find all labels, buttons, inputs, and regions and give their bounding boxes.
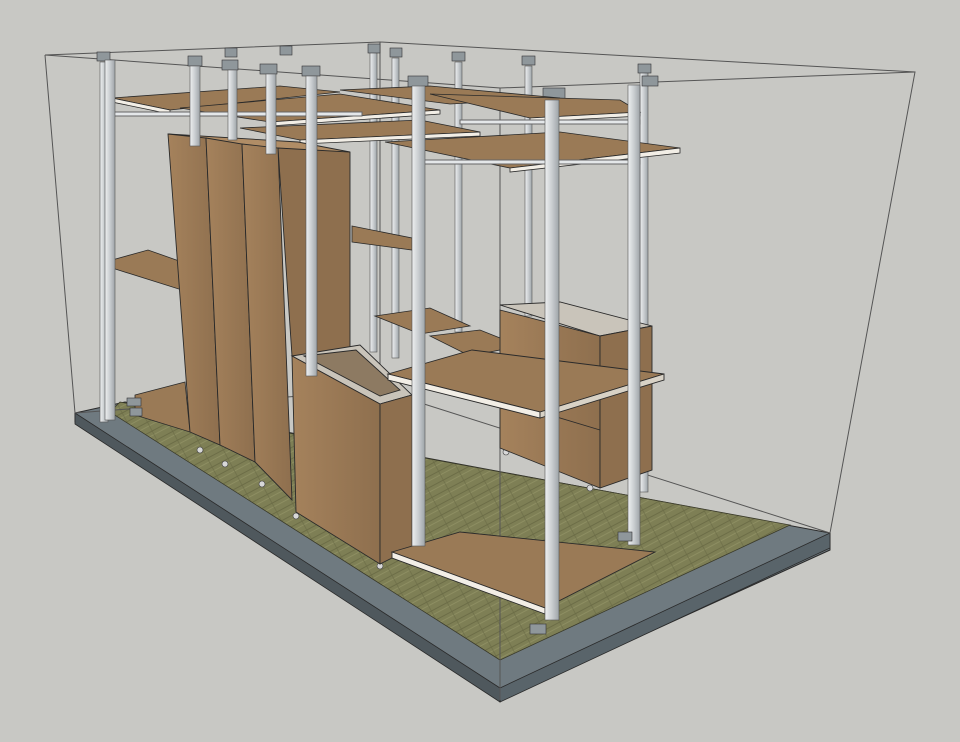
3d-model-viewport[interactable] [0,0,960,742]
walk-in-closet-render [44,41,916,703]
